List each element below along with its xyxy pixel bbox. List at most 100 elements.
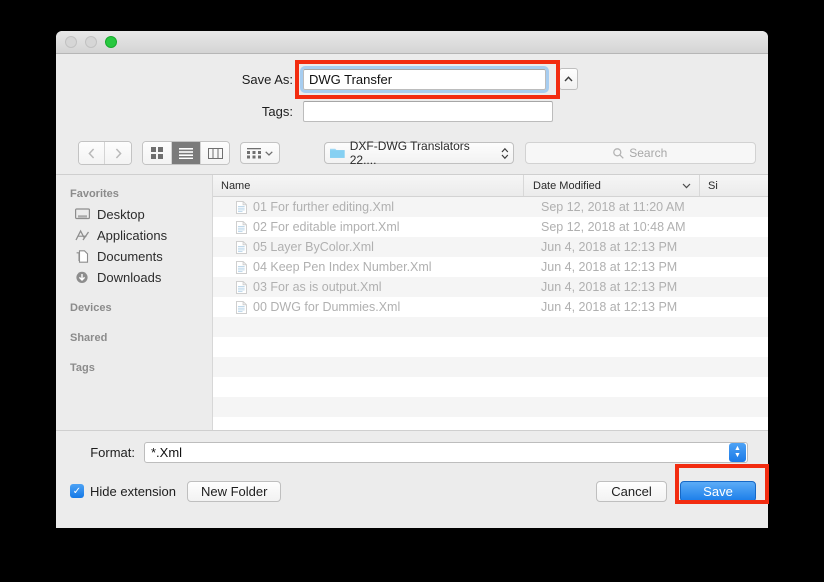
file-name-cell: 00 DWG for Dummies.Xml [213,300,532,314]
table-row[interactable]: 04 Keep Pen Index Number.Xml Jun 4, 2018… [213,257,768,277]
file-name: 05 Layer ByColor.Xml [253,240,374,254]
file-date: Sep 12, 2018 at 10:48 AM [541,220,686,234]
view-mode-segments [141,141,231,165]
xml-document-icon [236,260,247,274]
dialog-footer: Format: *.Xml ▲ ▼ ✓ Hide extension New F… [56,431,768,511]
file-list-header: Name Date Modified Si [213,175,768,197]
file-name: 00 DWG for Dummies.Xml [253,300,401,314]
forward-button[interactable] [105,142,131,164]
empty-row [213,377,768,397]
sidebar-item-documents[interactable]: Documents [56,246,212,267]
sidebar-item-label: Downloads [97,270,162,285]
footer-buttons: ✓ Hide extension New Folder Cancel Save [56,464,768,511]
table-row[interactable]: 00 DWG for Dummies.Xml Jun 4, 2018 at 12… [213,297,768,317]
hide-extension-label: Hide extension [90,483,176,499]
xml-document-icon [236,300,247,314]
search-placeholder: Search [629,146,668,160]
file-date: Jun 4, 2018 at 12:13 PM [541,280,678,294]
format-row: Format: *.Xml ▲ ▼ [56,440,768,464]
window-controls [65,36,117,48]
tags-label: Tags: [261,103,293,119]
empty-row [213,337,768,357]
screenshot-stage: Save As: DWG Transfer Tags: DXF-DWG Tran… [0,0,824,582]
column-header-date-modified[interactable]: Date Modified [524,175,700,196]
file-browser: Favorites Desktop Applications Documents… [56,174,768,431]
empty-row [213,317,768,337]
expand-dialog-button[interactable] [559,68,578,90]
table-row[interactable]: 01 For further editing.Xml Sep 12, 2018 … [213,197,768,217]
file-name: 01 For further editing.Xml [253,200,395,214]
file-date: Sep 12, 2018 at 11:20 AM [541,200,685,214]
file-name: 02 For editable import.Xml [253,220,400,234]
file-name: 03 For as is output.Xml [253,280,382,294]
applications-icon [75,229,90,241]
chevron-down-icon [682,183,691,188]
format-value: *.Xml [151,444,183,460]
checkmark-icon: ✓ [70,484,84,498]
file-date: Jun 4, 2018 at 12:13 PM [541,240,678,254]
search-input[interactable]: Search [524,142,756,164]
save-button[interactable]: Save [680,480,756,502]
save-dialog: Save As: DWG Transfer Tags: DXF-DWG Tran… [56,31,768,528]
search-icon [613,147,625,159]
desktop-icon [75,208,90,220]
hide-extension-checkbox[interactable]: ✓ Hide extension [70,484,176,499]
up-down-chevron-icon [501,147,509,159]
chevron-left-icon [88,147,95,159]
xml-document-icon [236,240,247,254]
column-view-icon [207,147,223,159]
new-folder-button[interactable]: New Folder [187,480,282,502]
save-as-row: Save As: DWG Transfer [56,65,768,93]
file-rows: 01 For further editing.Xml Sep 12, 2018 … [213,197,768,430]
minimize-button[interactable] [85,36,97,48]
empty-row [213,417,768,430]
sidebar-item-label: Documents [97,249,163,264]
xml-document-icon [236,220,247,234]
table-row[interactable]: 03 For as is output.Xml Jun 4, 2018 at 1… [213,277,768,297]
close-button[interactable] [65,36,77,48]
sidebar-section-shared-title: Shared [70,332,108,344]
icon-view-icon [150,147,163,159]
zoom-button[interactable] [105,36,117,48]
file-date: Jun 4, 2018 at 12:13 PM [541,260,678,274]
downloads-icon [76,271,88,283]
save-as-header: Save As: DWG Transfer Tags: [56,54,768,138]
back-button[interactable] [79,142,106,164]
up-down-stepper-icon[interactable]: ▲ ▼ [729,442,746,462]
arrange-button[interactable] [240,142,281,164]
browser-toolbar: DXF-DWG Translators 22.... Search [56,138,768,174]
arrange-grid-icon [247,147,262,158]
file-name-cell: 05 Layer ByColor.Xml [213,240,532,254]
sidebar-item-downloads[interactable]: Downloads [56,267,212,288]
tags-row: Tags: [56,98,768,124]
save-as-field[interactable]: DWG Transfer [300,65,549,93]
sidebar-item-desktop[interactable]: Desktop [56,204,212,225]
icon-view-button[interactable] [142,142,172,164]
sidebar-item-applications[interactable]: Applications [56,225,212,246]
column-header-name[interactable]: Name [213,175,524,196]
folder-icon [330,148,345,158]
tags-field[interactable] [303,100,553,122]
column-header-date-label: Date Modified [533,179,601,192]
format-label: Format: [90,444,135,460]
table-row[interactable]: 05 Layer ByColor.Xml Jun 4, 2018 at 12:1… [213,237,768,257]
list-view-icon [178,147,193,159]
file-date: Jun 4, 2018 at 12:13 PM [541,300,678,314]
path-popup-label: DXF-DWG Translators 22.... [349,139,470,167]
list-view-button[interactable] [171,142,202,164]
empty-row [213,357,768,377]
file-name-cell: 02 For editable import.Xml [213,220,532,234]
file-list: Name Date Modified Si 01 For further edi… [213,175,768,430]
format-select[interactable]: *.Xml ▲ ▼ [144,441,748,463]
save-as-label: Save As: [241,71,293,87]
column-view-button[interactable] [201,142,230,164]
chevron-down-icon [265,150,273,156]
column-header-size[interactable]: Si [700,175,768,196]
cancel-button[interactable]: Cancel [596,480,667,502]
table-row[interactable]: 02 For editable import.Xml Sep 12, 2018 … [213,217,768,237]
xml-document-icon [236,280,247,294]
file-name-cell: 04 Keep Pen Index Number.Xml [213,260,532,274]
path-popup-button[interactable]: DXF-DWG Translators 22.... [324,139,514,167]
file-name-cell: 01 For further editing.Xml [213,200,532,214]
sidebar-item-label: Applications [97,228,168,243]
